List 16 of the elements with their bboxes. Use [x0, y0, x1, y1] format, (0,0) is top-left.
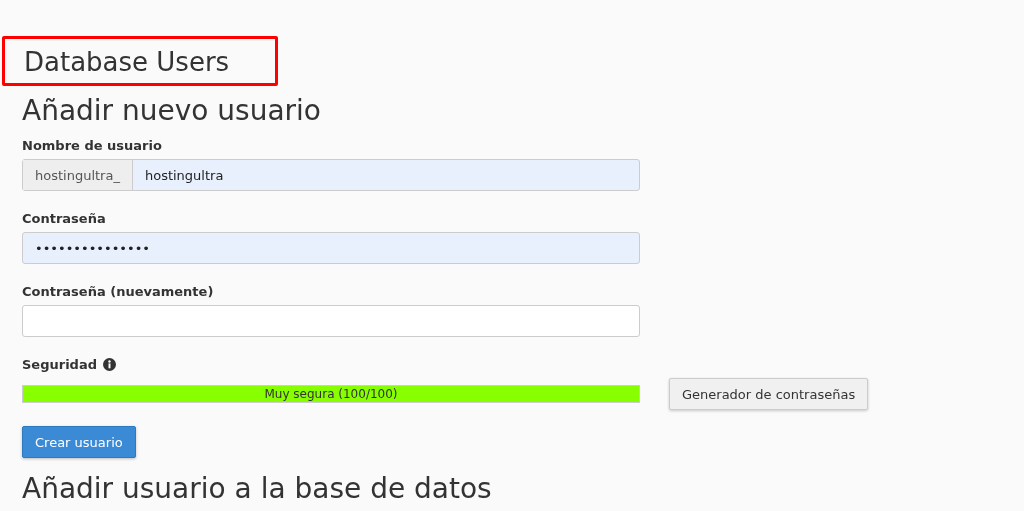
create-user-button[interactable]: Crear usuario [22, 426, 136, 458]
password-field[interactable]: ••••••••••••••• [22, 232, 640, 264]
password-confirm-field[interactable] [22, 305, 640, 337]
strength-reading: Muy segura (100/100) [264, 387, 398, 401]
username-prefix: hostingultra_ [23, 160, 133, 190]
field-label: Seguridad [22, 357, 97, 372]
field-label: Nombre de usuario [22, 138, 163, 153]
info-icon[interactable] [103, 358, 116, 371]
username-input-group[interactable]: hostingultra_ hostingultra [22, 159, 640, 191]
page-title: Database Users [24, 47, 230, 77]
username-field[interactable]: hostingultra [132, 160, 639, 190]
section-heading: Añadir nuevo usuario [22, 94, 322, 128]
section-heading: Añadir usuario a la base de datos [22, 472, 493, 506]
password-generator-button[interactable]: Generador de contraseñas [669, 378, 869, 410]
field-label: Contraseña (nuevamente) [22, 284, 215, 299]
field-label: Contraseña [22, 211, 107, 226]
